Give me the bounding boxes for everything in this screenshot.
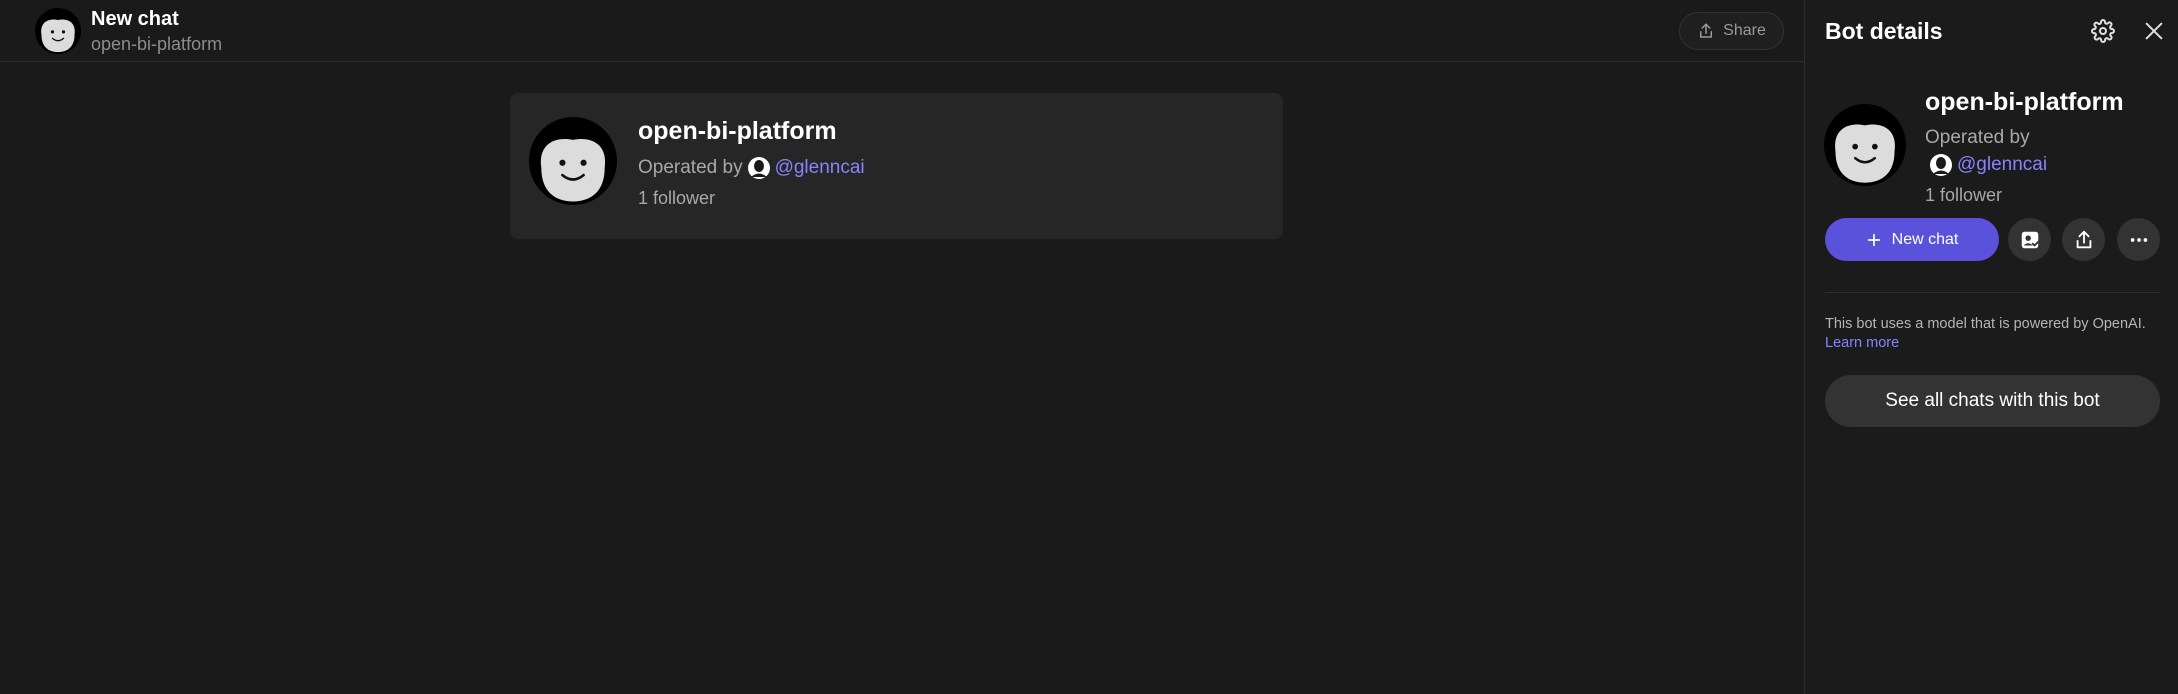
operated-by: Operated by @glenncai xyxy=(638,156,865,180)
more-options-button[interactable] xyxy=(2117,218,2160,261)
upload-icon xyxy=(2076,230,2091,248)
share-icon xyxy=(1700,23,1713,38)
bot-name: open-bi-platform xyxy=(1925,88,2124,116)
new-chat-label: New chat xyxy=(1891,230,1959,248)
operator-handle-link[interactable]: @glenncai xyxy=(775,157,865,179)
close-icon xyxy=(2145,22,2163,40)
more-dots-icon xyxy=(2130,237,2147,242)
bot-info-card: open-bi-platform Operated by @glenncai 1… xyxy=(510,93,1283,239)
follow-bot-button[interactable] xyxy=(2008,218,2051,261)
main-pane: New chat open-bi-platform Share open-bi-… xyxy=(0,0,1804,694)
operator-handle-link[interactable]: @glenncai xyxy=(1957,154,2047,176)
chat-title: New chat xyxy=(91,8,179,30)
close-panel-button[interactable] xyxy=(2139,16,2169,46)
divider xyxy=(1825,292,2160,293)
chat-subtitle: open-bi-platform xyxy=(91,34,223,54)
bot-details-panel: Bot details open-bi-platform Operated by xyxy=(1804,0,2178,694)
chat-header: New chat open-bi-platform Share xyxy=(0,0,1804,62)
settings-button[interactable] xyxy=(2088,16,2118,46)
operated-by-label: Operated by xyxy=(638,157,743,178)
contact-card-icon xyxy=(2021,231,2039,248)
share-bot-button[interactable] xyxy=(2062,218,2105,261)
bot-avatar-icon[interactable] xyxy=(1824,104,1906,186)
learn-more-link[interactable]: Learn more xyxy=(1825,335,1899,351)
bot-avatar-icon[interactable] xyxy=(35,8,81,54)
plus-icon xyxy=(1867,233,1880,246)
model-disclaimer: This bot uses a model that is powered by… xyxy=(1825,316,2146,332)
follower-count: 1 follower xyxy=(1925,185,2003,205)
user-icon xyxy=(1930,154,1952,176)
panel-title: Bot details xyxy=(1825,18,1943,44)
app-window: New chat open-bi-platform Share open-bi-… xyxy=(0,0,2178,694)
bot-name[interactable]: open-bi-platform xyxy=(638,117,837,146)
see-all-chats-button[interactable]: See all chats with this bot xyxy=(1825,375,2160,427)
user-icon xyxy=(747,157,770,179)
operated-by-user: @glenncai xyxy=(1929,153,2047,177)
bot-avatar-icon[interactable] xyxy=(529,117,617,205)
new-chat-button[interactable]: New chat xyxy=(1825,218,1999,261)
operated-by-label: Operated by xyxy=(1925,127,2030,148)
share-label: Share xyxy=(1723,22,1766,39)
gear-icon xyxy=(2091,19,2115,43)
follower-count: 1 follower xyxy=(638,188,716,208)
share-button[interactable]: Share xyxy=(1679,12,1784,50)
